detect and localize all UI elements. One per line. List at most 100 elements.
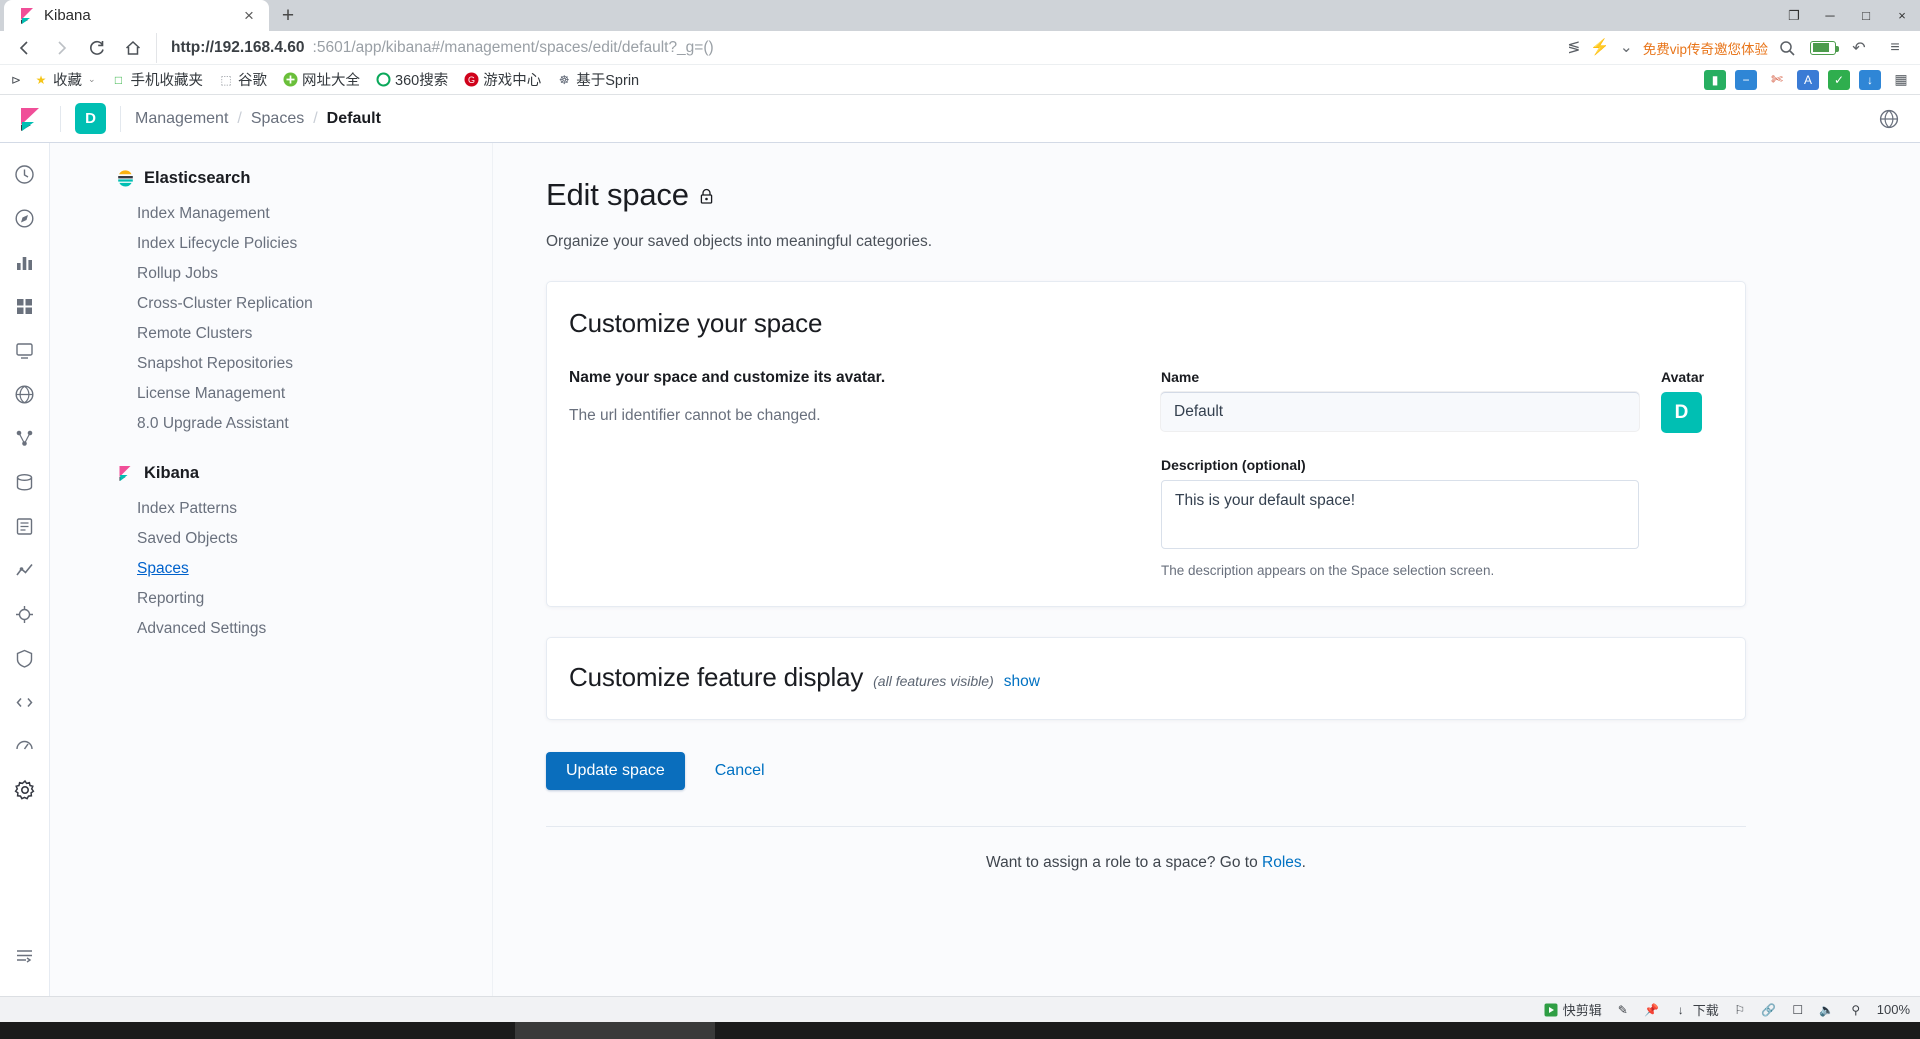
sidebar-item-spaces[interactable]: Spaces bbox=[50, 553, 492, 583]
bookmark-item-6[interactable]: ☸ 基于Sprin bbox=[550, 67, 645, 92]
vip-promo-text[interactable]: 免费vip传奇邀您体验 bbox=[1643, 38, 1768, 58]
roles-link[interactable]: Roles bbox=[1262, 854, 1302, 871]
shield-icon[interactable]: ✓ bbox=[1828, 69, 1850, 90]
new-tab-button[interactable]: + bbox=[269, 0, 307, 31]
chevron-down-icon[interactable]: ⌄ bbox=[1620, 38, 1633, 57]
bolt-icon[interactable]: ⚡ bbox=[1590, 38, 1609, 57]
customize-space-panel: Customize your space Name your space and… bbox=[546, 281, 1746, 607]
history-icon[interactable]: ↶ bbox=[1842, 33, 1876, 63]
kibana-logo-icon[interactable] bbox=[14, 106, 46, 132]
star-icon: ★ bbox=[35, 72, 47, 87]
home-icon[interactable] bbox=[116, 33, 150, 63]
bookmark-item-1[interactable]: □ 手机收藏夹 bbox=[105, 67, 210, 92]
uptime-icon[interactable] bbox=[12, 601, 38, 627]
bookmarks-overflow-icon[interactable]: ⊳ bbox=[8, 72, 24, 88]
collapse-icon[interactable] bbox=[12, 942, 38, 968]
sidebar-group-title: Elasticsearch bbox=[144, 169, 251, 187]
game-icon: G bbox=[463, 72, 479, 88]
name-input[interactable] bbox=[1161, 392, 1639, 431]
sidebar-item-advanced-settings[interactable]: Advanced Settings bbox=[50, 613, 492, 643]
machine-learning-icon[interactable] bbox=[12, 425, 38, 451]
browser-tab-kibana[interactable]: Kibana × bbox=[4, 0, 269, 31]
sidebar-item-cross-cluster-replication[interactable]: Cross-Cluster Replication bbox=[50, 288, 492, 318]
window-icon[interactable]: ☐ bbox=[1790, 1002, 1806, 1017]
assign-role-text: Want to assign a role to a space? Go to bbox=[986, 854, 1263, 871]
screen-icon[interactable]: ▮ bbox=[1704, 69, 1726, 90]
kibana-header: D Management / Spaces / Default bbox=[0, 95, 1920, 143]
space-avatar-badge[interactable]: D bbox=[75, 103, 106, 134]
close-window-button[interactable]: × bbox=[1884, 0, 1920, 31]
sidebar-item-reporting[interactable]: Reporting bbox=[50, 583, 492, 613]
avatar-label: Avatar bbox=[1661, 369, 1705, 385]
taskbar-item-download[interactable]: ↓ 下载 bbox=[1673, 1000, 1719, 1019]
avatar[interactable]: D bbox=[1661, 392, 1702, 433]
restore-window-button[interactable]: ❐ bbox=[1776, 0, 1812, 31]
circle-icon bbox=[375, 72, 391, 88]
zoom-level-label[interactable]: 100% bbox=[1877, 1002, 1910, 1017]
maps-icon[interactable] bbox=[12, 381, 38, 407]
scissors-icon[interactable]: ✄ bbox=[1766, 70, 1788, 90]
breadcrumb-separator: / bbox=[237, 109, 242, 127]
apm-icon[interactable] bbox=[12, 557, 38, 583]
management-icon[interactable] bbox=[12, 777, 38, 803]
dashboard-icon[interactable] bbox=[12, 293, 38, 319]
assign-role-period: . bbox=[1301, 854, 1306, 871]
forward-icon[interactable] bbox=[44, 33, 78, 63]
back-icon[interactable] bbox=[8, 33, 42, 63]
tab-close-icon[interactable]: × bbox=[239, 6, 259, 26]
breadcrumb-spaces[interactable]: Spaces bbox=[251, 110, 304, 128]
link-icon[interactable]: 🔗 bbox=[1761, 1002, 1777, 1017]
siem-icon[interactable] bbox=[12, 645, 38, 671]
sidebar-item-snapshot-repositories[interactable]: Snapshot Repositories bbox=[50, 348, 492, 378]
description-textarea[interactable] bbox=[1161, 480, 1639, 549]
dev-tools-icon[interactable] bbox=[12, 689, 38, 715]
search-icon[interactable] bbox=[1770, 33, 1804, 63]
search-icon[interactable]: ⚲ bbox=[1848, 1002, 1864, 1017]
help-icon[interactable] bbox=[1878, 108, 1906, 130]
maximize-window-button[interactable]: □ bbox=[1848, 0, 1884, 31]
visualize-icon[interactable] bbox=[12, 249, 38, 275]
grid-icon[interactable]: ▦ bbox=[1890, 70, 1912, 90]
sidebar-item-license-management[interactable]: License Management bbox=[50, 378, 492, 408]
global-nav-rail bbox=[0, 143, 50, 996]
share-icon[interactable]: ≶ bbox=[1567, 38, 1580, 57]
bookmark-item-0[interactable]: ★ 收藏 ⌄ bbox=[27, 67, 102, 92]
speaker-icon[interactable]: 🔈 bbox=[1819, 1002, 1835, 1017]
bookmark-item-4[interactable]: 360搜索 bbox=[369, 67, 454, 92]
bookmark-item-5[interactable]: G 游戏中心 bbox=[457, 67, 547, 92]
bookmark-item-3[interactable]: 网址大全 bbox=[276, 67, 366, 92]
pin-icon[interactable]: 📌 bbox=[1644, 1002, 1660, 1017]
cancel-button[interactable]: Cancel bbox=[715, 762, 765, 780]
reload-icon[interactable] bbox=[80, 33, 114, 63]
canvas-icon[interactable] bbox=[12, 337, 38, 363]
browser-menu-icon[interactable]: ≡ bbox=[1878, 33, 1912, 63]
chevron-down-icon[interactable]: ⌄ bbox=[88, 74, 96, 85]
flag-icon[interactable]: ⚐ bbox=[1732, 1002, 1748, 1017]
bookmark-item-2[interactable]: ⬚ 谷歌 bbox=[212, 67, 273, 92]
pen-icon[interactable]: ✎ bbox=[1615, 1002, 1631, 1017]
feature-visibility-note: (all features visible) bbox=[873, 673, 994, 689]
breadcrumb-separator: / bbox=[313, 109, 318, 127]
sidebar-item-index-patterns[interactable]: Index Patterns bbox=[50, 493, 492, 523]
sidebar-item-saved-objects[interactable]: Saved Objects bbox=[50, 523, 492, 553]
sidebar-item-index-lifecycle-policies[interactable]: Index Lifecycle Policies bbox=[50, 228, 492, 258]
monitoring-icon[interactable] bbox=[12, 733, 38, 759]
sidebar-item-upgrade-assistant[interactable]: 8.0 Upgrade Assistant bbox=[50, 408, 492, 438]
sidebar-item-rollup-jobs[interactable]: Rollup Jobs bbox=[50, 258, 492, 288]
breadcrumb-management[interactable]: Management bbox=[135, 110, 228, 128]
infrastructure-icon[interactable] bbox=[12, 469, 38, 495]
breadcrumb-default[interactable]: Default bbox=[327, 110, 381, 128]
translate-icon[interactable]: A bbox=[1797, 69, 1819, 90]
show-features-link[interactable]: show bbox=[1004, 673, 1040, 691]
logs-icon[interactable] bbox=[12, 513, 38, 539]
minus-icon[interactable]: − bbox=[1735, 69, 1757, 90]
taskbar-item-clipboard[interactable]: 快剪辑 bbox=[1543, 1000, 1602, 1019]
update-space-button[interactable]: Update space bbox=[546, 752, 685, 790]
recently-viewed-icon[interactable] bbox=[12, 161, 38, 187]
discover-icon[interactable] bbox=[12, 205, 38, 231]
minimize-window-button[interactable]: ─ bbox=[1812, 0, 1848, 31]
sidebar-item-index-management[interactable]: Index Management bbox=[50, 198, 492, 228]
sidebar-item-remote-clusters[interactable]: Remote Clusters bbox=[50, 318, 492, 348]
download-icon[interactable]: ↓ bbox=[1859, 69, 1881, 90]
url-bar[interactable]: http://192.168.4.60:5601/app/kibana#/man… bbox=[156, 32, 1641, 63]
